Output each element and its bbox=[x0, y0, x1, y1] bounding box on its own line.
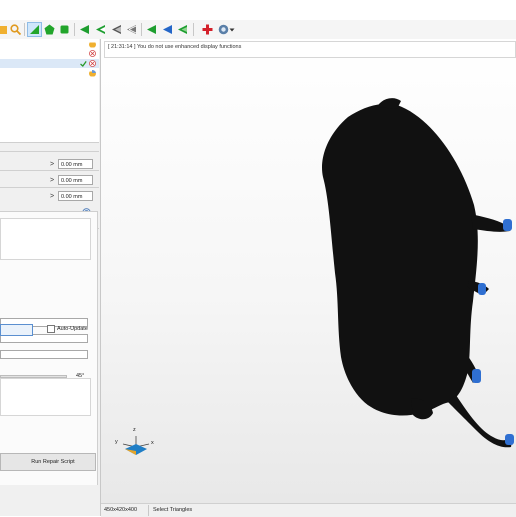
fill-icon[interactable] bbox=[94, 23, 107, 36]
run-repair-script-label: Run Repair Script bbox=[31, 459, 75, 465]
prev-triangle-icon[interactable] bbox=[145, 23, 158, 36]
selected-patch bbox=[478, 283, 486, 295]
divider bbox=[0, 151, 99, 152]
left-green-icon[interactable] bbox=[176, 23, 189, 36]
select-square-icon[interactable] bbox=[58, 23, 71, 36]
auto-update-toggle[interactable]: Auto-Update bbox=[47, 325, 88, 333]
prev-blue-icon[interactable] bbox=[161, 23, 174, 36]
mesh-model[interactable] bbox=[101, 39, 516, 503]
axis-z-label: z bbox=[133, 427, 136, 433]
expand-arrow[interactable]: > bbox=[50, 193, 54, 200]
reset-icon[interactable] bbox=[125, 23, 138, 36]
axis-indicator bbox=[122, 436, 150, 455]
param-field-3[interactable] bbox=[0, 350, 88, 359]
list-item[interactable] bbox=[0, 69, 99, 78]
list-item-selected[interactable] bbox=[0, 59, 99, 68]
slider-box bbox=[0, 378, 91, 416]
chevron-down-icon[interactable] bbox=[228, 23, 235, 36]
expand-arrow[interactable]: > bbox=[50, 161, 54, 168]
close-icon[interactable] bbox=[89, 50, 96, 57]
select-pentagon-icon[interactable] bbox=[43, 23, 56, 36]
toolbar-separator bbox=[24, 23, 25, 36]
selected-patch bbox=[503, 219, 512, 231]
status-bar: 450x420x400 Select Triangles bbox=[101, 503, 516, 517]
close-icon[interactable] bbox=[89, 60, 96, 67]
select-triangle-icon[interactable] bbox=[27, 22, 42, 37]
folder-icon[interactable] bbox=[0, 23, 8, 36]
offset-z-input[interactable]: 0.00 mm bbox=[58, 191, 93, 201]
zoom-icon[interactable] bbox=[9, 23, 22, 36]
auto-update-checkbox[interactable] bbox=[47, 325, 55, 333]
toolbar bbox=[0, 20, 516, 40]
part-icon[interactable] bbox=[89, 70, 96, 77]
add-part-icon[interactable] bbox=[201, 23, 214, 36]
prev-icon[interactable] bbox=[78, 23, 91, 36]
status-divider bbox=[148, 505, 149, 516]
apply-button[interactable] bbox=[0, 324, 33, 336]
transform-row: > 0.00 mm bbox=[0, 191, 99, 204]
divider bbox=[0, 170, 99, 171]
selected-patch bbox=[505, 434, 514, 445]
run-repair-script-button[interactable]: Run Repair Script bbox=[0, 453, 96, 471]
offset-y-input[interactable]: 0.00 mm bbox=[58, 175, 93, 185]
list-item[interactable] bbox=[0, 40, 99, 49]
status-mode: Select Triangles bbox=[153, 507, 193, 513]
repair-panel bbox=[0, 211, 98, 485]
list-item[interactable] bbox=[0, 49, 99, 58]
angle-slider[interactable] bbox=[0, 375, 67, 378]
selected-patch bbox=[472, 369, 481, 383]
axis-y-label: y bbox=[115, 439, 118, 445]
mesh-body bbox=[322, 103, 478, 416]
expand-arrow[interactable]: > bbox=[50, 177, 54, 184]
toolbar-separator bbox=[74, 23, 75, 36]
axis-x-label: x bbox=[151, 440, 154, 446]
status-dimensions: 450x420x400 bbox=[104, 507, 138, 513]
angle-value: 45° bbox=[76, 373, 85, 379]
object-list[interactable] bbox=[0, 39, 99, 143]
auto-update-label: Auto-Update bbox=[57, 326, 88, 332]
shade-icon[interactable] bbox=[110, 23, 123, 36]
folder-icon[interactable] bbox=[89, 41, 96, 48]
info-box bbox=[0, 218, 91, 260]
divider bbox=[0, 187, 99, 188]
toolbar-separator bbox=[193, 23, 194, 36]
mesh-tail bbox=[447, 395, 513, 448]
3d-viewport[interactable]: [ 21:31:14 ] You do not use enhanced dis… bbox=[101, 39, 516, 503]
toolbar-separator bbox=[141, 23, 142, 36]
offset-x-input[interactable]: 0.00 mm bbox=[58, 159, 93, 169]
check-icon[interactable] bbox=[80, 60, 87, 67]
